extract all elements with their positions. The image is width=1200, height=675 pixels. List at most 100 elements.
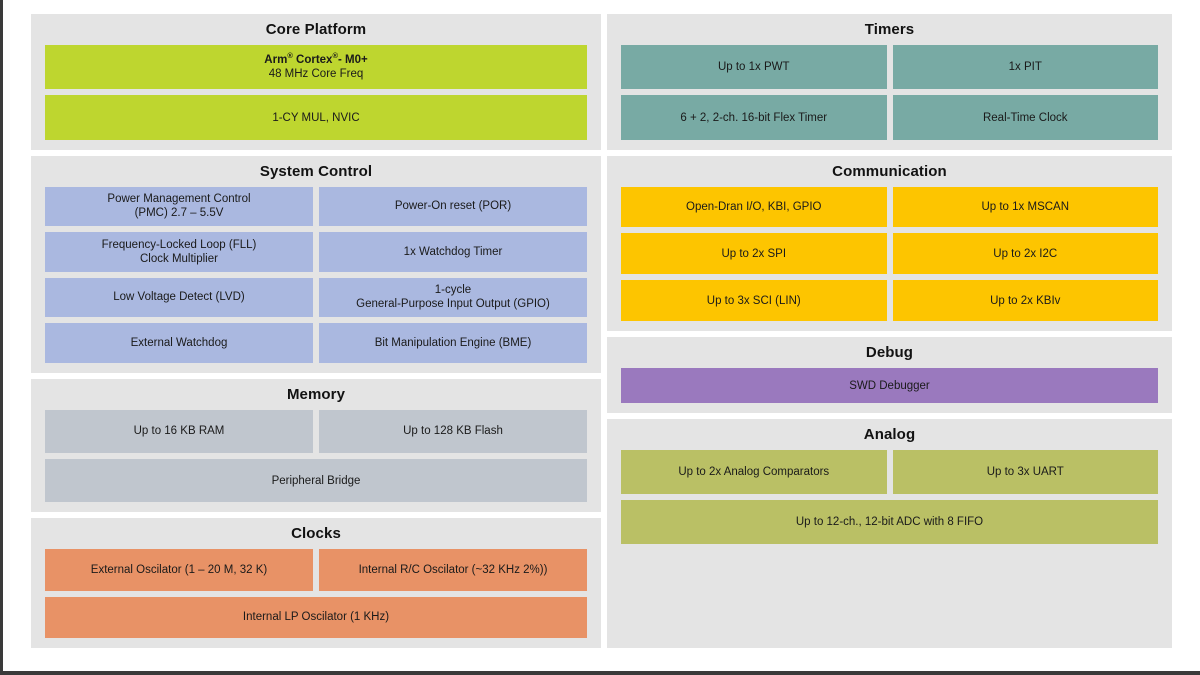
block-label: Open-Dran I/O, KBI, GPIO xyxy=(686,200,822,214)
block-label: Up to 3x UART xyxy=(987,465,1064,479)
panel-title-debug: Debug xyxy=(865,343,914,361)
panel-rows: Up to 16 KB RAM Up to 128 KB Flash Periphe… xyxy=(45,409,587,503)
panel-analog: Analog Up to 2x Analog Comparators Up to 3… xyxy=(607,419,1172,648)
block-row: Up to 1x PWT 1x PIT xyxy=(621,45,1158,90)
block-communication-2-1[interactable]: Up to 2x KBIv xyxy=(892,280,1158,321)
block-system-control-2-0[interactable]: Low Voltage Detect (LVD) xyxy=(45,277,313,318)
block-row: Low Voltage Detect (LVD) 1-cycle General-P… xyxy=(45,277,587,318)
block-label: External Watchdog xyxy=(131,336,228,350)
block-analog-1-0[interactable]: Up to 12-ch., 12-bit ADC with 8 FIFO xyxy=(621,500,1158,545)
block-label-line1: Power-On reset (POR) xyxy=(394,200,512,213)
block-analog-0-1[interactable]: Up to 3x UART xyxy=(892,450,1158,495)
block-label-line1: Power Management Control xyxy=(107,193,251,206)
block-communication-2-0[interactable]: Up to 3x SCI (LIN) xyxy=(621,280,887,321)
block-row: Frequency-Locked Loop (FLL) Clock Multipl… xyxy=(45,232,587,272)
panel-rows: Up to 1x PWT 1x PIT 6 + 2, 2-ch. 16-bit Fl… xyxy=(621,45,1158,140)
block-label-line1: Arm® Cortex®- M0+ xyxy=(264,51,368,67)
block-row: Up to 16 KB RAM Up to 128 KB Flash xyxy=(45,409,587,453)
panel-rows: Arm® Cortex®- M0+ 48 MHz Core Freq 1-CY MU… xyxy=(45,45,587,140)
block-label: Arm® Cortex®- M0+ 48 MHz Core Freq xyxy=(264,51,368,81)
block-row: External Oscilator (1 – 20 M, 32 K) Inter… xyxy=(45,549,587,591)
block-label: Internal R/C Oscilator (~32 KHz 2%)) xyxy=(359,563,548,577)
panel-title-analog: Analog xyxy=(863,426,916,444)
block-label: 1-CY MUL, NVIC xyxy=(272,111,359,125)
panel-title-clocks: Clocks xyxy=(291,525,341,543)
block-label-line1: Up to 2x KBIv xyxy=(990,294,1061,307)
block-row: SWD Debugger xyxy=(621,367,1158,404)
block-system-control-2-1[interactable]: 1-cycle General-Purpose Input Output (GPI… xyxy=(319,277,587,318)
left-column: Core Platform Arm® Cortex®- M0+ 48 MHz Cor… xyxy=(31,14,601,648)
block-clocks-0-0[interactable]: External Oscilator (1 – 20 M, 32 K) xyxy=(45,549,313,591)
right-column: Timers Up to 1x PWT 1x PIT 6 + 2, 2-ch. 16-… xyxy=(607,14,1172,648)
block-core-platform-1-0[interactable]: 1-CY MUL, NVIC xyxy=(45,95,587,140)
block-label-line1: Up to 1x PWT xyxy=(717,61,790,74)
block-label-line2: General-Purpose Input Output (GPIO) xyxy=(356,298,550,311)
block-label-line1: 1x PIT xyxy=(1008,61,1042,74)
block-system-control-3-1[interactable]: Bit Manipulation Engine (BME) xyxy=(319,323,587,363)
block-label-line1: Internal R/C Oscilator (~32 KHz 2%)) xyxy=(358,563,548,576)
block-label: Up to 1x MSCAN xyxy=(981,200,1069,214)
block-label: Low Voltage Detect (LVD) xyxy=(113,290,244,304)
block-timers-0-1[interactable]: 1x PIT xyxy=(892,45,1158,90)
panel-system-control: System Control Power Management Control (P… xyxy=(31,155,601,373)
block-row: Up to 2x Analog Comparators Up to 3x UART xyxy=(621,450,1158,495)
block-clocks-1-0[interactable]: Internal LP Oscilator (1 KHz) xyxy=(45,596,587,639)
block-label: Up to 2x I2C xyxy=(993,247,1057,261)
block-label: Up to 12-ch., 12-bit ADC with 8 FIFO xyxy=(796,515,983,529)
block-timers-1-1[interactable]: Real-Time Clock xyxy=(892,95,1158,140)
block-label-line1: Up to 2x SPI xyxy=(721,247,787,260)
block-row: Up to 2x SPI Up to 2x I2C xyxy=(621,233,1158,275)
block-system-control-0-1[interactable]: Power-On reset (POR) xyxy=(319,186,587,227)
panel-rows: SWD Debugger xyxy=(621,367,1158,404)
block-system-control-1-0[interactable]: Frequency-Locked Loop (FLL) Clock Multipl… xyxy=(45,232,313,272)
block-analog-0-0[interactable]: Up to 2x Analog Comparators xyxy=(621,450,887,495)
block-communication-0-1[interactable]: Up to 1x MSCAN xyxy=(892,186,1158,228)
block-label-line1: Up to 2x I2C xyxy=(993,247,1058,260)
block-row: Up to 3x SCI (LIN) Up to 2x KBIv xyxy=(621,280,1158,321)
block-row: 1-CY MUL, NVIC xyxy=(45,95,587,140)
panel-title-system-control: System Control xyxy=(259,162,373,180)
block-memory-0-0[interactable]: Up to 16 KB RAM xyxy=(45,409,313,453)
block-label: 1x Watchdog Timer xyxy=(404,245,503,259)
block-memory-1-0[interactable]: Peripheral Bridge xyxy=(45,458,587,503)
block-label-line1: Up to 2x Analog Comparators xyxy=(678,466,830,479)
block-communication-1-1[interactable]: Up to 2x I2C xyxy=(892,233,1158,275)
block-label-line2: Clock Multiplier xyxy=(140,252,218,265)
block-system-control-0-0[interactable]: Power Management Control (PMC) 2.7 – 5.5V xyxy=(45,186,313,227)
block-label-line1: External Oscilator (1 – 20 M, 32 K) xyxy=(90,563,268,576)
block-label-line1: Up to 16 KB RAM xyxy=(133,425,225,438)
block-label: 6 + 2, 2-ch. 16-bit Flex Timer xyxy=(680,111,827,125)
block-debug-0-0[interactable]: SWD Debugger xyxy=(621,367,1158,404)
block-row: Peripheral Bridge xyxy=(45,458,587,503)
block-label-line1: Internal LP Oscilator (1 KHz) xyxy=(242,611,390,624)
block-system-control-1-1[interactable]: 1x Watchdog Timer xyxy=(319,232,587,272)
block-communication-1-0[interactable]: Up to 2x SPI xyxy=(621,233,887,275)
block-label-line2: (PMC) 2.7 – 5.5V xyxy=(134,207,224,220)
block-timers-0-0[interactable]: Up to 1x PWT xyxy=(621,45,887,90)
block-row: Internal LP Oscilator (1 KHz) xyxy=(45,596,587,639)
block-core-platform-0-0[interactable]: Arm® Cortex®- M0+ 48 MHz Core Freq xyxy=(45,45,587,90)
panel-debug: Debug SWD Debugger xyxy=(607,336,1172,414)
block-timers-1-0[interactable]: 6 + 2, 2-ch. 16-bit Flex Timer xyxy=(621,95,887,140)
block-label: Up to 128 KB Flash xyxy=(403,424,503,438)
block-label-line1: 1x Watchdog Timer xyxy=(403,245,503,258)
panel-title-core-platform: Core Platform xyxy=(265,21,367,38)
block-communication-0-0[interactable]: Open-Dran I/O, KBI, GPIO xyxy=(621,186,887,228)
block-clocks-0-1[interactable]: Internal R/C Oscilator (~32 KHz 2%)) xyxy=(319,549,587,591)
block-label: Peripheral Bridge xyxy=(272,474,361,488)
panel-timers: Timers Up to 1x PWT 1x PIT 6 + 2, 2-ch. 16-… xyxy=(607,14,1172,150)
block-label: Power-On reset (POR) xyxy=(395,199,511,213)
block-label-line1: External Watchdog xyxy=(130,336,228,349)
block-label-line1: Bit Manipulation Engine (BME) xyxy=(374,336,532,349)
panel-rows: Power Management Control (PMC) 2.7 – 5.5V… xyxy=(45,186,587,363)
block-label: Internal LP Oscilator (1 KHz) xyxy=(243,610,389,624)
block-label: 1-cycle General-Purpose Input Output (GPI… xyxy=(356,283,550,311)
block-memory-0-1[interactable]: Up to 128 KB Flash xyxy=(319,409,587,453)
block-label: 1x PIT xyxy=(1009,60,1042,74)
block-label-line1: Low Voltage Detect (LVD) xyxy=(113,291,245,304)
panel-title-memory: Memory xyxy=(286,385,346,403)
panel-core-platform: Core Platform Arm® Cortex®- M0+ 48 MHz Cor… xyxy=(31,14,601,150)
block-system-control-3-0[interactable]: External Watchdog xyxy=(45,323,313,363)
block-diagram-page: Core Platform Arm® Cortex®- M0+ 48 MHz Cor… xyxy=(0,0,1200,675)
block-label: SWD Debugger xyxy=(849,379,930,393)
